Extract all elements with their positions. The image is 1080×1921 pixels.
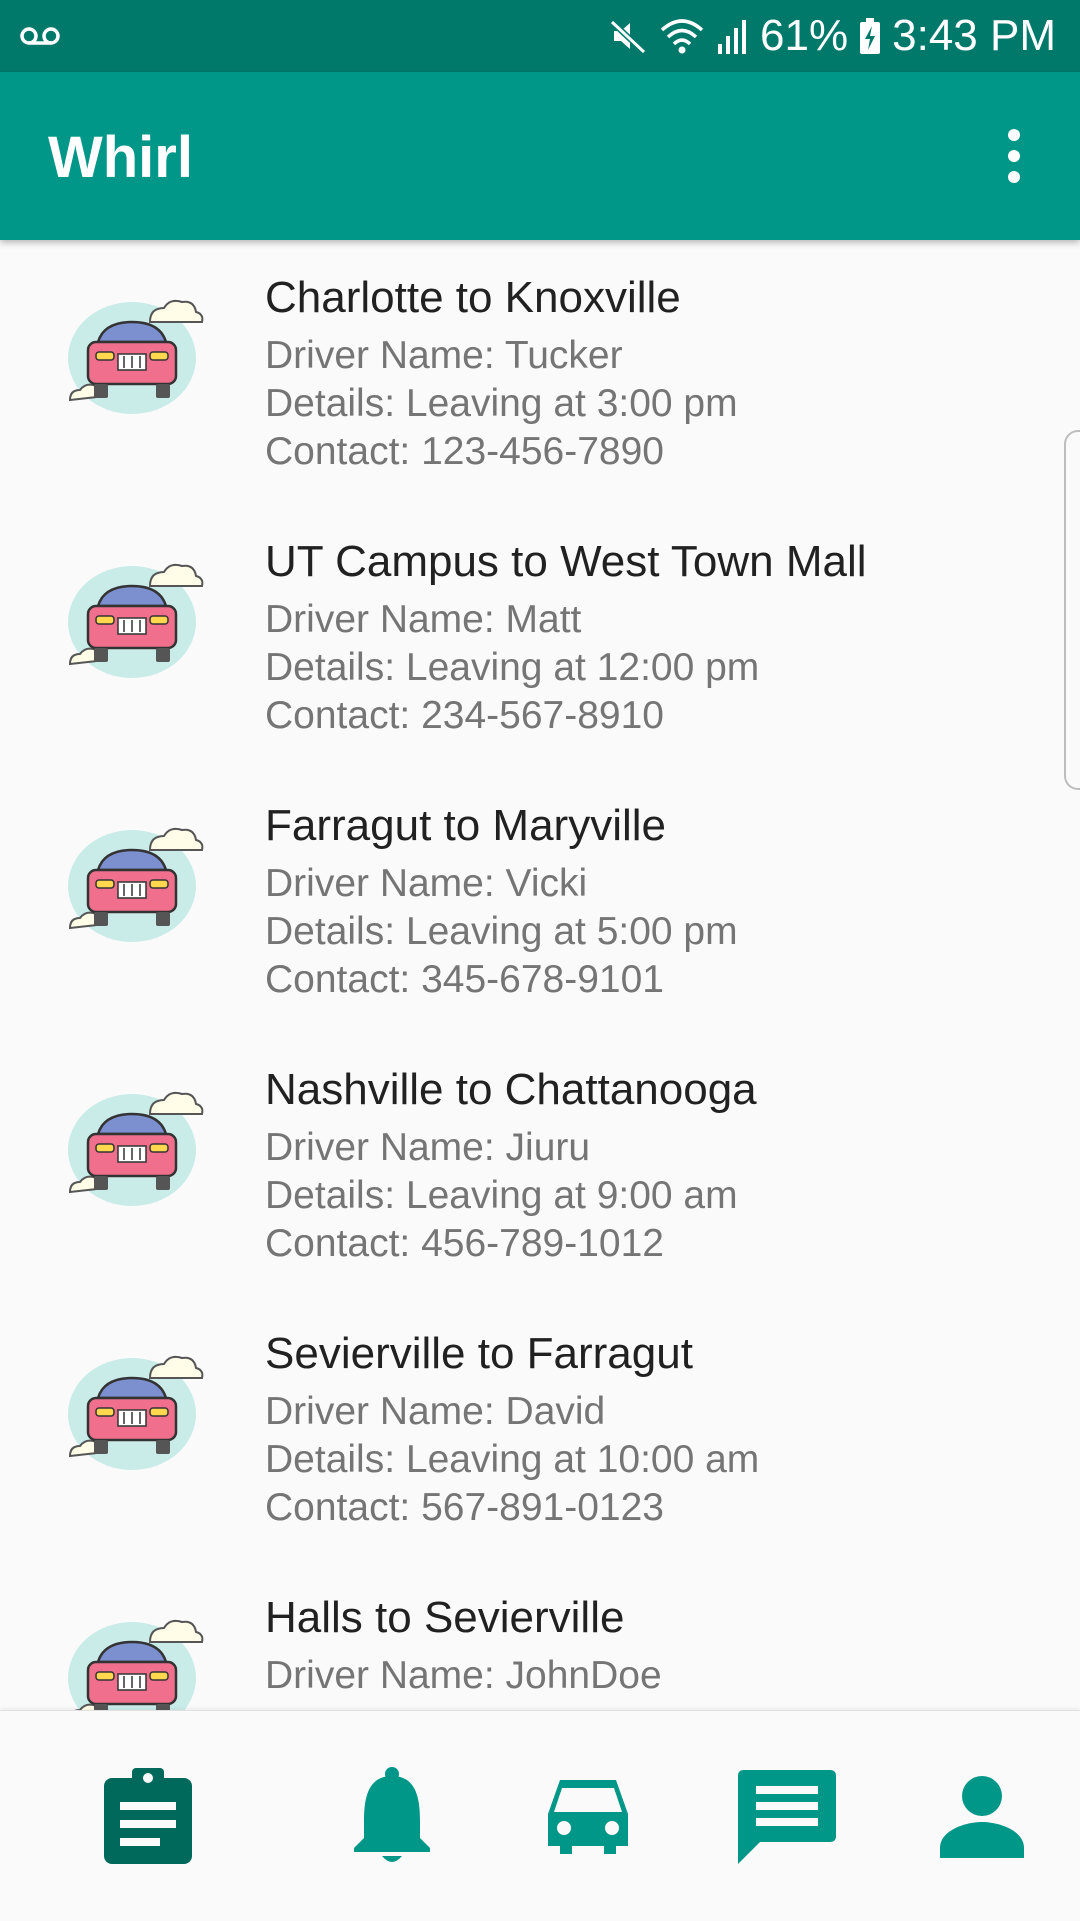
signal-icon xyxy=(716,16,750,56)
ride-contact: Contact: 234-567-8910 xyxy=(265,694,664,737)
car-thumbnail-icon xyxy=(58,820,206,950)
voicemail-icon xyxy=(20,22,60,50)
nav-tab-messages[interactable] xyxy=(730,1711,842,1921)
car-thumbnail-icon xyxy=(58,1084,206,1214)
list-item[interactable]: Charlotte to Knoxville Driver Name: Tuck… xyxy=(0,240,1080,504)
ride-contact: Contact: 456-789-1012 xyxy=(265,1222,664,1265)
battery-charging-icon xyxy=(858,16,882,56)
ride-details: Details: Leaving at 9:00 am xyxy=(265,1174,738,1217)
person-icon xyxy=(938,1774,1026,1858)
ride-title: Sevierville to Farragut xyxy=(265,1329,693,1378)
ride-title: Farragut to Maryville xyxy=(265,801,667,850)
ride-details: Details: Leaving at 12:00 pm xyxy=(265,646,760,689)
bell-icon xyxy=(350,1766,434,1866)
ride-title: UT Campus to West Town Mall xyxy=(265,537,867,586)
clipboard-icon xyxy=(102,1766,194,1866)
app-title: Whirl xyxy=(48,125,193,190)
list-item[interactable]: Sevierville to Farragut Driver Name: Dav… xyxy=(0,1296,1080,1560)
nav-tab-rides-list[interactable] xyxy=(92,1711,204,1921)
list-item[interactable]: UT Campus to West Town Mall Driver Name:… xyxy=(0,504,1080,768)
status-bar: 61% 3:43 PM xyxy=(0,0,1080,72)
clock: 3:43 PM xyxy=(892,11,1056,60)
message-icon xyxy=(734,1766,838,1866)
car-thumbnail-icon xyxy=(58,1348,206,1478)
battery-percent: 61% xyxy=(760,11,849,60)
mute-icon xyxy=(608,16,648,56)
ride-details: Details: Leaving at 10:00 am xyxy=(265,1438,760,1481)
ride-driver: Driver Name: Tucker xyxy=(265,334,623,377)
ride-details: Details: Leaving at 3:00 pm xyxy=(265,382,738,425)
nav-tab-notifications[interactable] xyxy=(336,1711,448,1921)
car-thumbnail-icon xyxy=(58,292,206,422)
bottom-navigation xyxy=(0,1710,1080,1921)
ride-title: Charlotte to Knoxville xyxy=(265,273,681,322)
ride-driver: Driver Name: Matt xyxy=(265,598,582,641)
ride-driver: Driver Name: JohnDoe xyxy=(265,1654,662,1697)
ride-details: Details: Leaving at 5:00 pm xyxy=(265,910,738,953)
app-bar: Whirl xyxy=(0,72,1080,240)
scrollbar-handle[interactable] xyxy=(1064,430,1080,790)
wifi-icon xyxy=(658,16,706,56)
nav-tab-profile[interactable] xyxy=(926,1711,1038,1921)
list-item[interactable]: Nashville to Chattanooga Driver Name: Ji… xyxy=(0,1032,1080,1296)
ride-contact: Contact: 567-891-0123 xyxy=(265,1486,664,1529)
ride-driver: Driver Name: Jiuru xyxy=(265,1126,591,1169)
ride-contact: Contact: 123-456-7890 xyxy=(265,430,664,473)
ride-title: Nashville to Chattanooga xyxy=(265,1065,757,1114)
car-thumbnail-icon xyxy=(58,556,206,686)
ride-details xyxy=(265,1700,1045,1710)
list-item[interactable]: Farragut to Maryville Driver Name: Vicki… xyxy=(0,768,1080,1032)
car-thumbnail-icon xyxy=(58,1612,206,1710)
nav-tab-offer-ride[interactable] xyxy=(532,1711,644,1921)
ride-title: Halls to Sevierville xyxy=(265,1593,625,1642)
ride-driver: Driver Name: David xyxy=(265,1390,606,1433)
list-item[interactable]: Halls to Sevierville Driver Name: JohnDo… xyxy=(0,1560,1080,1710)
ride-contact: Contact: 345-678-9101 xyxy=(265,958,664,1001)
car-icon xyxy=(540,1774,636,1858)
more-vert-icon[interactable] xyxy=(984,118,1044,194)
ride-list[interactable]: Charlotte to Knoxville Driver Name: Tuck… xyxy=(0,240,1080,1710)
ride-driver: Driver Name: Vicki xyxy=(265,862,588,905)
